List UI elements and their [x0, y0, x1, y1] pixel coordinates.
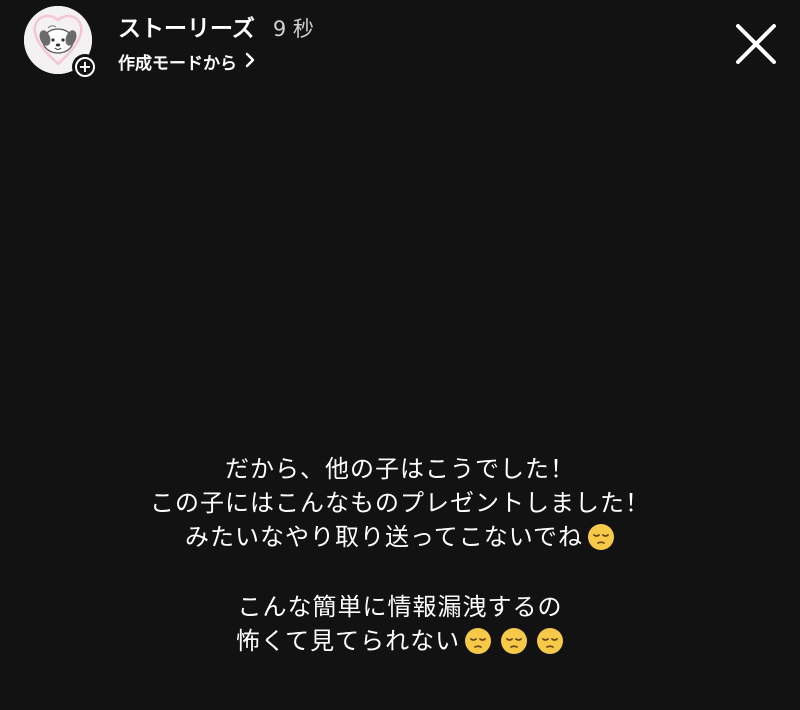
message-text: みたいなやり取り送ってこないでね: [184, 523, 584, 551]
add-story-button[interactable]: +: [72, 54, 98, 80]
message-line: だから、他の子はこうでした！: [0, 452, 800, 486]
message-text: だから、他の子はこうでした！: [225, 455, 575, 483]
message-text: 怖くて見てられない: [235, 627, 461, 655]
message-text: この子にはこんなものプレゼントしました！: [150, 489, 650, 517]
message-line: この子にはこんなものプレゼントしました！: [0, 486, 800, 520]
pensive-face-icon: [500, 627, 528, 664]
story-timestamp: 9 秒: [272, 17, 314, 41]
close-button[interactable]: [730, 18, 782, 70]
message-text: こんな簡単に情報漏洩するの: [237, 593, 563, 621]
creation-mode-link[interactable]: 作成モードから: [118, 49, 255, 74]
close-x-icon: [736, 24, 776, 64]
message-line: みたいなやり取り送ってこないでね: [0, 520, 800, 560]
message-line: 怖くて見てられない: [0, 624, 800, 664]
profile-avatar-group[interactable]: +: [24, 6, 98, 80]
pensive-face-icon: [536, 627, 564, 664]
message-line: こんな簡単に情報漏洩するの: [0, 590, 800, 624]
creation-mode-label: 作成モードから: [118, 54, 237, 74]
plus-circle-icon: +: [75, 57, 95, 77]
chevron-right-icon: [245, 52, 255, 72]
pensive-face-icon: [587, 523, 615, 560]
story-owner-name[interactable]: ストーリーズ: [118, 9, 255, 43]
story-header-title-row: ストーリーズ 9 秒: [118, 9, 314, 43]
story-message: だから、他の子はこうでした！ この子にはこんなものプレゼントしました！ みたいな…: [0, 452, 800, 664]
pensive-face-icon: [464, 627, 492, 664]
story-viewer: + ストーリーズ 9 秒 作成モードから だから、他の子はこうでした！ この子に…: [0, 0, 800, 710]
